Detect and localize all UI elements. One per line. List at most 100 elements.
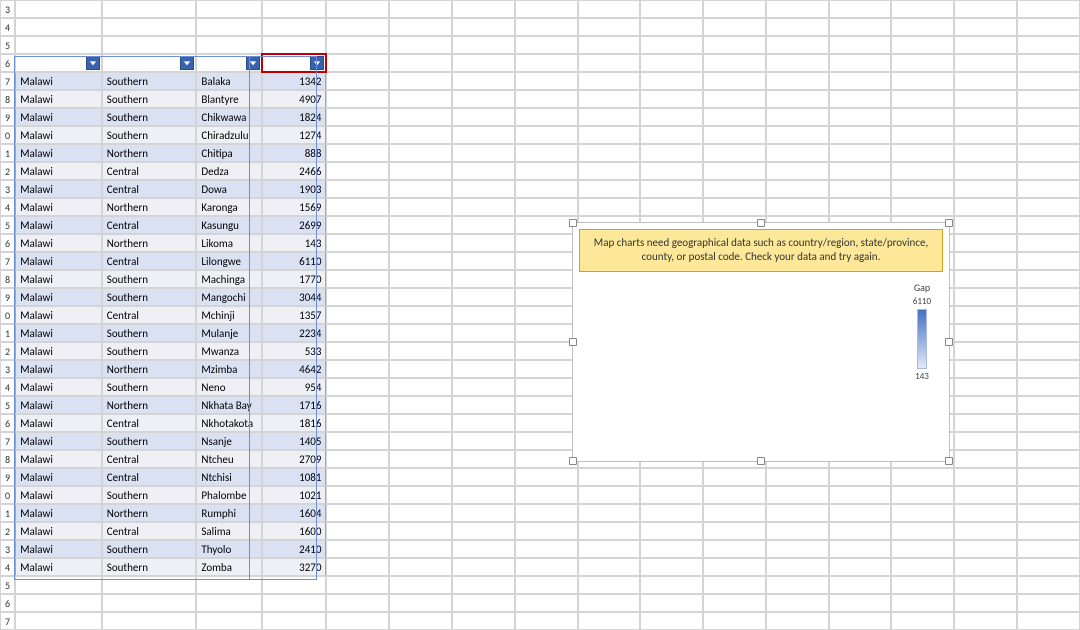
cell[interactable] xyxy=(326,72,389,90)
cell[interactable] xyxy=(703,198,766,216)
cell[interactable] xyxy=(1017,378,1080,396)
cell[interactable] xyxy=(452,432,515,450)
cell[interactable] xyxy=(766,468,829,486)
filter-dropdown-icon[interactable] xyxy=(86,56,100,70)
cell[interactable] xyxy=(703,486,766,504)
cell[interactable] xyxy=(578,504,641,522)
cell[interactable] xyxy=(515,234,578,252)
cell[interactable] xyxy=(515,72,578,90)
cell-country[interactable]: Malawi xyxy=(15,216,102,234)
cell[interactable] xyxy=(262,36,326,54)
cell[interactable] xyxy=(766,54,829,72)
cell[interactable] xyxy=(452,18,515,36)
cell-country[interactable]: Malawi xyxy=(15,198,102,216)
cell[interactable] xyxy=(326,234,389,252)
cell[interactable] xyxy=(326,594,389,612)
cell-country[interactable]: Malawi xyxy=(15,396,102,414)
cell-province[interactable]: Southern xyxy=(102,270,197,288)
row-header[interactable]: 9 xyxy=(0,108,15,126)
cell-province[interactable]: Northern xyxy=(102,396,197,414)
cell[interactable] xyxy=(954,576,1017,594)
cell[interactable] xyxy=(1017,126,1080,144)
row-header[interactable]: 4 xyxy=(0,558,15,576)
row-header[interactable]: 5 xyxy=(0,216,15,234)
cell[interactable] xyxy=(389,396,452,414)
cell[interactable] xyxy=(452,198,515,216)
cell[interactable] xyxy=(389,522,452,540)
cell[interactable] xyxy=(389,0,452,18)
cell[interactable] xyxy=(766,486,829,504)
cell[interactable] xyxy=(578,180,641,198)
resize-handle-s[interactable] xyxy=(757,457,765,465)
cell[interactable] xyxy=(954,90,1017,108)
cell[interactable] xyxy=(640,486,703,504)
cell[interactable] xyxy=(640,126,703,144)
cell-province[interactable]: Central xyxy=(102,468,197,486)
cell[interactable] xyxy=(703,612,766,630)
cell[interactable] xyxy=(326,468,389,486)
cell[interactable] xyxy=(15,594,102,612)
row-header[interactable]: 7 xyxy=(0,72,15,90)
cell[interactable] xyxy=(829,540,892,558)
cell[interactable] xyxy=(703,558,766,576)
cell[interactable] xyxy=(1017,324,1080,342)
cell[interactable] xyxy=(578,90,641,108)
cell-country[interactable]: Malawi xyxy=(15,558,102,576)
cell[interactable] xyxy=(640,558,703,576)
cell-district[interactable]: Phalombe xyxy=(196,486,262,504)
cell[interactable] xyxy=(262,576,326,594)
cell-country[interactable]: Malawi xyxy=(15,288,102,306)
cell-district[interactable]: Chikwawa xyxy=(196,108,262,126)
cell-district[interactable]: Mulanje xyxy=(196,324,262,342)
cell[interactable] xyxy=(578,126,641,144)
cell-district[interactable]: Lilongwe xyxy=(196,252,262,270)
cell-province[interactable]: Southern xyxy=(102,126,197,144)
cell[interactable] xyxy=(829,522,892,540)
cell[interactable] xyxy=(196,594,262,612)
cell[interactable] xyxy=(829,180,892,198)
cell-country[interactable]: Malawi xyxy=(15,180,102,198)
cell-gap[interactable]: 3044 xyxy=(262,288,326,306)
cell[interactable] xyxy=(1017,288,1080,306)
cell[interactable] xyxy=(640,108,703,126)
cell[interactable] xyxy=(829,90,892,108)
cell[interactable] xyxy=(389,90,452,108)
cell[interactable] xyxy=(640,54,703,72)
cell[interactable] xyxy=(326,414,389,432)
cell[interactable] xyxy=(452,162,515,180)
cell[interactable] xyxy=(1017,468,1080,486)
cell[interactable] xyxy=(326,252,389,270)
cell[interactable] xyxy=(1017,0,1080,18)
cell-country[interactable]: Malawi xyxy=(15,234,102,252)
cell-gap[interactable]: 888 xyxy=(262,144,326,162)
cell-province[interactable]: Central xyxy=(102,162,197,180)
cell[interactable] xyxy=(954,540,1017,558)
cell[interactable] xyxy=(452,36,515,54)
cell-province[interactable]: Southern xyxy=(102,558,197,576)
cell[interactable] xyxy=(954,342,1017,360)
cell[interactable] xyxy=(891,576,954,594)
cell-gap[interactable]: 2410 xyxy=(262,540,326,558)
cell[interactable] xyxy=(954,396,1017,414)
cell[interactable] xyxy=(640,162,703,180)
cell[interactable] xyxy=(954,486,1017,504)
cell[interactable] xyxy=(578,198,641,216)
cell[interactable] xyxy=(326,378,389,396)
cell-country[interactable]: Malawi xyxy=(15,324,102,342)
cell[interactable] xyxy=(829,0,892,18)
cell[interactable] xyxy=(891,108,954,126)
cell[interactable] xyxy=(703,36,766,54)
cell[interactable] xyxy=(640,576,703,594)
cell[interactable] xyxy=(15,612,102,630)
cell[interactable] xyxy=(1017,396,1080,414)
cell[interactable] xyxy=(326,198,389,216)
cell[interactable] xyxy=(891,180,954,198)
cell[interactable] xyxy=(326,396,389,414)
cell[interactable] xyxy=(452,108,515,126)
cell[interactable] xyxy=(515,108,578,126)
cell-country[interactable]: Malawi xyxy=(15,144,102,162)
cell[interactable] xyxy=(389,288,452,306)
cell[interactable] xyxy=(389,234,452,252)
cell[interactable] xyxy=(703,72,766,90)
filter-dropdown-icon[interactable] xyxy=(310,56,324,70)
